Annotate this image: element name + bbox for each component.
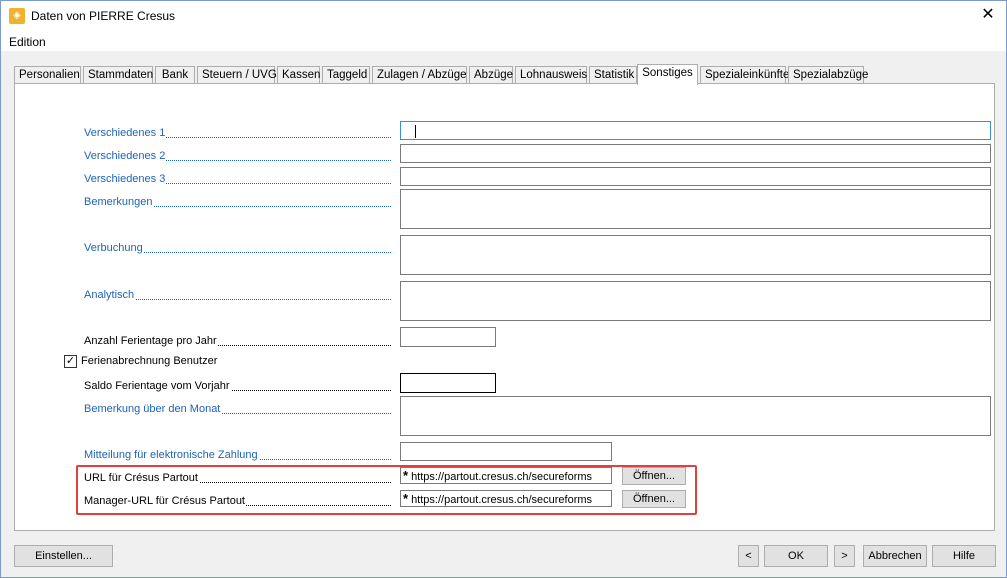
window-title: Daten von PIERRE Cresus [31,9,176,23]
tab-steuern-uvg[interactable]: Steuern / UVG [197,66,277,84]
dialog-window: ◈ Daten von PIERRE Cresus ✕ Edition Pers… [0,0,1007,578]
verschiedenes3-label[interactable]: Verschiedenes 3 [84,172,391,186]
verschiedenes2-label[interactable]: Verschiedenes 2 [84,149,391,163]
tab-lohnausweis[interactable]: Lohnausweis [515,66,587,84]
hilfe-button[interactable]: Hilfe [932,545,996,567]
prev-button[interactable]: < [738,545,759,567]
tab-bank[interactable]: Bank [155,66,195,84]
text-caret [415,125,416,138]
url-partout-input[interactable]: * https://partout.cresus.ch/secureforms [400,467,612,484]
tab-sonstiges[interactable]: Sonstiges [637,64,698,85]
tab-taggeld[interactable]: Taggeld [322,66,370,84]
tab-kassen[interactable]: Kassen [277,66,320,84]
menu-edition[interactable]: Edition [9,35,46,49]
url-partout-value: https://partout.cresus.ch/secureforms [411,471,593,483]
verschiedenes1-input[interactable] [400,121,991,140]
manager-url-open-button[interactable]: Öffnen... [622,490,686,508]
cresus-app-icon: ◈ [9,8,25,24]
bemerkung-monat-textarea[interactable] [400,396,991,436]
close-icon[interactable]: ✕ [978,5,998,25]
ferientage-input[interactable] [400,327,496,347]
required-star-icon: * [403,468,409,483]
sonstiges-panel: Verschiedenes 1 Verschiedenes 2 Verschie… [14,83,995,531]
url-partout-open-button[interactable]: Öffnen... [622,467,686,485]
ferientage-label: Anzahl Ferientage pro Jahr [84,334,391,348]
analytisch-label[interactable]: Analytisch [84,288,391,302]
ferienabrechnung-checkbox[interactable]: ✓ [64,355,77,368]
saldo-label: Saldo Ferientage vom Vorjahr [84,379,391,393]
einstellen-button[interactable]: Einstellen... [14,545,113,567]
tab-personalien[interactable]: Personalien [14,66,81,84]
ok-button[interactable]: OK [764,545,828,567]
tab-spezialabzuege[interactable]: Spezialabzüge [788,66,868,84]
verbuchung-textarea[interactable] [400,235,991,275]
tab-abzuege[interactable]: Abzüge [469,66,513,84]
verbuchung-label[interactable]: Verbuchung [84,241,391,255]
verschiedenes2-input[interactable] [400,144,991,163]
bemerkungen-label[interactable]: Bemerkungen [84,195,391,209]
url-partout-label: URL für Crésus Partout [84,471,391,485]
manager-url-value: https://partout.cresus.ch/secureforms [411,494,593,506]
saldo-input[interactable] [400,373,496,393]
tab-spezialeinkuenfte[interactable]: Spezialeinkünfte [700,66,789,84]
verschiedenes1-label[interactable]: Verschiedenes 1 [84,126,391,140]
bemerkung-monat-label[interactable]: Bemerkung über den Monat [84,402,391,416]
mitteilung-input[interactable] [400,442,612,461]
tab-statistik[interactable]: Statistik [589,66,637,84]
required-star-icon: * [403,491,409,506]
tab-zulagen-abzuege[interactable]: Zulagen / Abzüge [372,66,467,84]
ferienabrechnung-label[interactable]: Ferienabrechnung Benutzer [81,355,217,367]
title-bar[interactable]: ◈ Daten von PIERRE Cresus ✕ [1,1,1006,31]
verschiedenes3-input[interactable] [400,167,991,186]
mitteilung-label[interactable]: Mitteilung für elektronische Zahlung [84,448,391,462]
abbrechen-button[interactable]: Abbrechen [863,545,927,567]
manager-url-label: Manager-URL für Crésus Partout [84,494,391,508]
menu-bar: Edition [1,31,1006,51]
tab-stammdaten[interactable]: Stammdaten [83,66,153,84]
bemerkungen-textarea[interactable] [400,189,991,229]
next-button[interactable]: > [834,545,855,567]
analytisch-textarea[interactable] [400,281,991,321]
manager-url-input[interactable]: * https://partout.cresus.ch/secureforms [400,490,612,507]
